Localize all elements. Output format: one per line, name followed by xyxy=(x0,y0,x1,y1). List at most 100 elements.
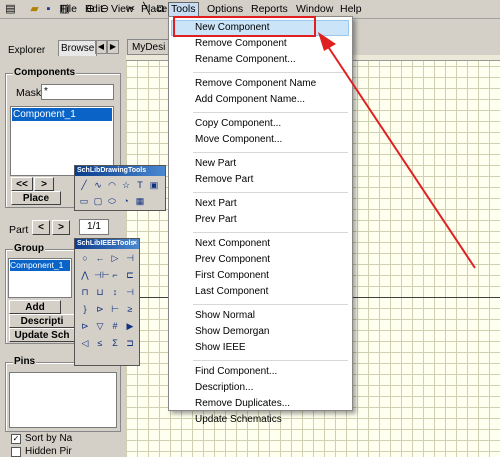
open-folder-icon[interactable]: ▰ xyxy=(28,3,41,15)
ieee-symbol-icon[interactable]: ⊏ xyxy=(124,269,136,281)
ieee-symbol-icon[interactable]: ← xyxy=(94,252,106,264)
tab-explorer[interactable]: Explorer xyxy=(8,43,45,58)
ieee-symbol-icon[interactable]: ⊣ xyxy=(124,252,136,264)
ieee-symbol-icon[interactable]: ↕ xyxy=(109,286,121,298)
prev-component-button[interactable]: > xyxy=(34,177,54,191)
polygon-icon[interactable]: ☆ xyxy=(120,179,132,191)
menu-item-new-part[interactable]: New Part xyxy=(195,157,236,171)
menu-file[interactable]: File xyxy=(60,3,77,16)
mask-label: Mask xyxy=(16,87,42,99)
list-item[interactable]: Component_1 xyxy=(12,108,112,121)
ieee-symbol-icon[interactable]: ⊣⊢ xyxy=(94,269,110,281)
tab-scroll-left-icon[interactable]: ◀ xyxy=(95,40,107,54)
annotation-arrow-shaft xyxy=(324,41,476,269)
menu-item-move-component[interactable]: Move Component... xyxy=(195,133,282,147)
menu-item-show-ieee[interactable]: Show IEEE xyxy=(195,341,246,355)
menu-item-description[interactable]: Description... xyxy=(195,381,253,395)
menu-item-rename-component[interactable]: Rename Component... xyxy=(195,53,296,67)
ieee-symbol-icon[interactable]: ▷ xyxy=(109,252,121,264)
ieee-symbol-icon[interactable]: ⊐ xyxy=(124,337,136,349)
ieee-symbol-icon[interactable]: ▽ xyxy=(94,320,106,332)
menu-place[interactable]: Place xyxy=(141,3,167,16)
ieee-symbol-icon[interactable]: ≤ xyxy=(94,337,106,349)
description-button[interactable]: Descripti xyxy=(9,314,75,328)
text-icon[interactable]: T xyxy=(134,179,146,191)
hidden-pins-checkbox[interactable] xyxy=(11,447,21,457)
ieee-tools-title: SchLibIEEETools × xyxy=(75,239,139,249)
group-list[interactable]: Component_1 xyxy=(8,258,72,298)
menu-tools[interactable]: Tools xyxy=(168,2,199,17)
tab-scroll-right-icon[interactable]: ▶ xyxy=(107,40,119,54)
ieee-symbol-icon[interactable]: ○ xyxy=(79,252,91,264)
menu-view[interactable]: View xyxy=(111,3,134,16)
menu-window[interactable]: Window xyxy=(296,3,333,16)
line-icon[interactable]: ╱ xyxy=(78,179,90,191)
menu-item-remove-component[interactable]: Remove Component xyxy=(195,37,287,51)
ieee-symbol-icon[interactable]: ⊣ xyxy=(124,286,136,298)
menu-item-last-component[interactable]: Last Component xyxy=(195,285,268,299)
menu-item-remove-component-name[interactable]: Remove Component Name xyxy=(195,77,316,91)
ieee-symbol-icon[interactable]: ⌐ xyxy=(109,269,121,281)
ieee-symbol-icon[interactable]: ▶ xyxy=(124,320,136,332)
drawing-tools-window[interactable]: SchLibDrawingTools ╱ ∿ ◠ ☆ T ▣ ▭ ▢ ⬭ ◔ ▦ xyxy=(74,165,166,211)
menu-item-prev-component[interactable]: Prev Component xyxy=(195,253,270,267)
save-icon[interactable]: ▪ xyxy=(42,3,55,15)
pie-icon[interactable]: ◔ xyxy=(120,195,132,207)
menu-item-remove-part[interactable]: Remove Part xyxy=(195,173,253,187)
rounded-rect-icon[interactable]: ▢ xyxy=(92,195,104,207)
ellipse-icon[interactable]: ⬭ xyxy=(106,195,118,207)
tab-browse[interactable]: Browse xyxy=(58,40,98,56)
ieee-symbol-icon[interactable]: ⊳ xyxy=(94,303,106,315)
mask-input[interactable]: * xyxy=(41,84,114,100)
menu-separator xyxy=(193,304,348,305)
image-icon[interactable]: ▣ xyxy=(148,179,160,191)
list-item[interactable]: Component_1 xyxy=(10,260,70,271)
menu-item-prev-part[interactable]: Prev Part xyxy=(195,213,237,227)
menu-item-update-schematics[interactable]: Update Schematics xyxy=(195,413,282,427)
drawing-tools-title: SchLibDrawingTools xyxy=(75,166,165,176)
ieee-symbol-icon[interactable]: ⋀ xyxy=(79,269,91,281)
menu-item-copy-component[interactable]: Copy Component... xyxy=(195,117,281,131)
ieee-symbol-icon[interactable]: # xyxy=(109,320,121,332)
array-icon[interactable]: ▦ xyxy=(134,195,146,207)
add-button[interactable]: Add xyxy=(9,300,61,314)
ieee-symbol-icon[interactable]: } xyxy=(79,303,91,315)
menu-item-show-normal[interactable]: Show Normal xyxy=(195,309,255,323)
menu-item-next-part[interactable]: Next Part xyxy=(195,197,237,211)
new-document-icon[interactable]: ▤ xyxy=(4,3,17,15)
menu-item-next-component[interactable]: Next Component xyxy=(195,237,270,251)
ieee-symbol-icon[interactable]: ◁ xyxy=(79,337,91,349)
menu-item-show-demorgan[interactable]: Show Demorgan xyxy=(195,325,269,339)
menu-edit[interactable]: Edit xyxy=(85,3,103,16)
document-tab[interactable]: MyDesi xyxy=(127,39,172,55)
first-component-button[interactable]: << xyxy=(11,177,33,191)
ieee-symbol-icon[interactable]: ⊢ xyxy=(109,303,121,315)
sort-by-name-label: Sort by Na xyxy=(25,433,73,444)
menu-help[interactable]: Help xyxy=(340,3,362,16)
rectangle-icon[interactable]: ▭ xyxy=(78,195,90,207)
sort-by-name-checkbox[interactable]: ✓ xyxy=(11,434,21,444)
ieee-symbol-icon[interactable]: ≥ xyxy=(124,303,136,315)
hidden-pins-label: Hidden Pir xyxy=(25,446,72,457)
menu-item-first-component[interactable]: First Component xyxy=(195,269,269,283)
ieee-symbol-icon[interactable]: ⊔ xyxy=(94,286,106,298)
ieee-symbol-icon[interactable]: ⊓ xyxy=(79,286,91,298)
components-title: Components xyxy=(13,67,77,78)
ieee-symbol-icon[interactable]: ⊳ xyxy=(79,320,91,332)
pins-list[interactable] xyxy=(9,372,117,428)
pins-title: Pins xyxy=(13,356,37,367)
next-part-button[interactable]: > xyxy=(52,220,70,235)
ieee-tools-window[interactable]: SchLibIEEETools × ○ ← ▷ ⊣ ⋀ ⊣⊢ ⌐ ⊏ ⊓ ⊔ ↕ ⊣} ⊳ ⊢ ≥ ⊳ ▽ # ▶ ◁ ≤… xyxy=(74,238,140,366)
menu-options[interactable]: Options xyxy=(207,3,243,16)
menu-item-add-component-name[interactable]: Add Component Name... xyxy=(195,93,305,107)
menu-reports[interactable]: Reports xyxy=(251,3,288,16)
menu-item-remove-duplicates[interactable]: Remove Duplicates... xyxy=(195,397,290,411)
close-icon[interactable]: × xyxy=(133,239,137,249)
arc-icon[interactable]: ◠ xyxy=(106,179,118,191)
place-button[interactable]: Place xyxy=(11,191,61,205)
update-schematics-button[interactable]: Update Sch xyxy=(9,328,75,342)
bezier-icon[interactable]: ∿ xyxy=(92,179,104,191)
ieee-symbol-icon[interactable]: Σ xyxy=(109,337,121,349)
prev-part-button[interactable]: < xyxy=(32,220,50,235)
menu-item-find-component[interactable]: Find Component... xyxy=(195,365,277,379)
